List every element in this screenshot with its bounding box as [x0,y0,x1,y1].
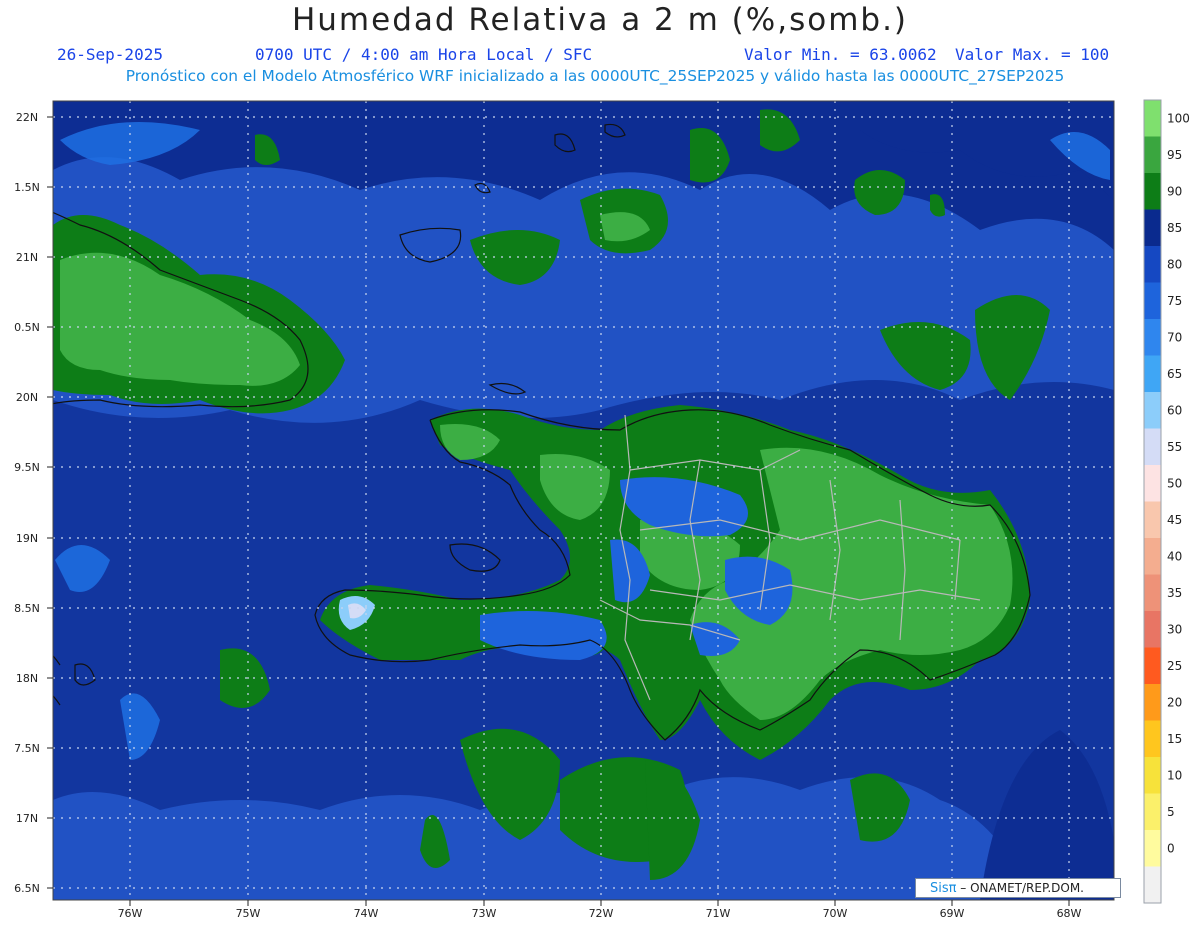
colorbar-swatch [1144,428,1161,466]
map-area [53,101,1114,900]
credit-box: Sisπ – ONAMET/REP.DOM. [915,878,1121,898]
lon-tick: 68W [1057,900,1082,920]
lat-label: 21N [16,251,38,264]
colorbar-label: 30 [1167,622,1182,636]
lon-tick: 69W [940,900,965,920]
sispi-logo: Sisπ [930,881,957,896]
latitude-axis: 22N 1.5N 21N 0.5N 20N 9.5N 19N 8.5N 18N … [14,111,53,895]
lat-label: 8.5N [14,602,40,615]
longitude-axis: 76W 75W 74W 73W 72W 71W 70W 69W 68W [118,900,1082,920]
lat-label: 6.5N [14,882,40,895]
lon-tick: 72W [589,900,614,920]
lon-tick: 76W [118,900,143,920]
lat-tick: 6.5N [14,882,53,895]
colorbar-label: 25 [1167,659,1182,673]
colorbar-label: 95 [1167,148,1182,162]
colorbar-label: 20 [1167,695,1182,709]
lon-tick: 75W [236,900,261,920]
colorbar-swatch [1144,757,1161,794]
colorbar-swatch [1144,501,1161,539]
credit-text: – ONAMET/REP.DOM. [956,881,1084,895]
colorbar-swatch [1144,100,1161,137]
colorbar-swatch [1144,282,1161,320]
colorbar-label: 15 [1167,732,1182,746]
colorbar-swatch [1144,684,1161,721]
colorbar-label: 70 [1167,330,1182,344]
lat-label: 0.5N [14,321,40,334]
lat-tick: 21N [16,251,53,264]
colorbar-label: 80 [1167,257,1182,271]
colorbar-swatch [1144,830,1161,867]
colorbar-swatch [1144,319,1161,356]
lat-label: 9.5N [14,461,40,474]
colorbar-label: 45 [1167,513,1182,527]
lon-tick: 73W [472,900,497,920]
colorbar-label: 100 [1167,111,1190,125]
colorbar-swatch [1144,246,1161,283]
lat-tick: 19N [16,532,53,545]
lat-label: 1.5N [14,181,40,194]
colorbar-swatch [1144,793,1161,831]
colorbar-label: 10 [1167,768,1182,782]
colorbar-swatch [1144,574,1161,612]
colorbar-label: 40 [1167,549,1182,563]
colorbar-swatch [1144,866,1161,904]
lat-tick: 9.5N [14,461,53,474]
colorbar-swatch [1144,355,1161,393]
colorbar-swatch [1144,465,1161,502]
lat-tick: 17N [16,812,53,825]
colorbar-swatch [1144,209,1161,247]
lat-tick: 0.5N [14,321,53,334]
colorbar-swatch [1144,611,1161,648]
colorbar-label: 65 [1167,367,1182,381]
lat-tick: 18N [16,672,53,685]
lat-label: 22N [16,111,38,124]
lat-label: 7.5N [14,742,40,755]
lat-tick: 20N [16,391,53,404]
lon-tick: 70W [823,900,848,920]
colorbar-swatch [1144,136,1161,174]
colorbar-label: 75 [1167,294,1182,308]
lon-label: 71W [706,907,731,920]
colorbar-label: 90 [1167,184,1182,198]
colorbar-label: 55 [1167,440,1182,454]
colorbar: 1009590858075706560555045403530252015105… [1143,99,1190,904]
lat-tick: 1.5N [14,181,53,194]
lat-label: 17N [16,812,38,825]
lon-label: 68W [1057,907,1082,920]
humidity-map: 22N 1.5N 21N 0.5N 20N 9.5N 19N 8.5N 18N … [14,99,1190,920]
colorbar-swatch [1144,173,1161,210]
lon-label: 69W [940,907,965,920]
colorbar-label: 35 [1167,586,1182,600]
lat-label: 18N [16,672,38,685]
lat-label: 19N [16,532,38,545]
lat-label: 20N [16,391,38,404]
lon-tick: 71W [706,900,731,920]
colorbar-label: 0 [1167,841,1175,855]
lon-label: 76W [118,907,143,920]
colorbar-label: 5 [1167,805,1175,819]
colorbar-label: 85 [1167,221,1182,235]
colorbar-swatch [1144,392,1161,429]
lon-label: 70W [823,907,848,920]
lat-tick: 22N [16,111,53,124]
colorbar-swatch [1144,720,1161,758]
lon-label: 72W [589,907,614,920]
lat-tick: 8.5N [14,602,53,615]
lon-tick: 74W [354,900,379,920]
colorbar-label: 60 [1167,403,1182,417]
colorbar-label: 50 [1167,476,1182,490]
lat-tick: 7.5N [14,742,53,755]
lon-label: 74W [354,907,379,920]
colorbar-swatch [1144,647,1161,685]
lon-label: 75W [236,907,261,920]
lon-label: 73W [472,907,497,920]
colorbar-swatch [1144,538,1161,575]
